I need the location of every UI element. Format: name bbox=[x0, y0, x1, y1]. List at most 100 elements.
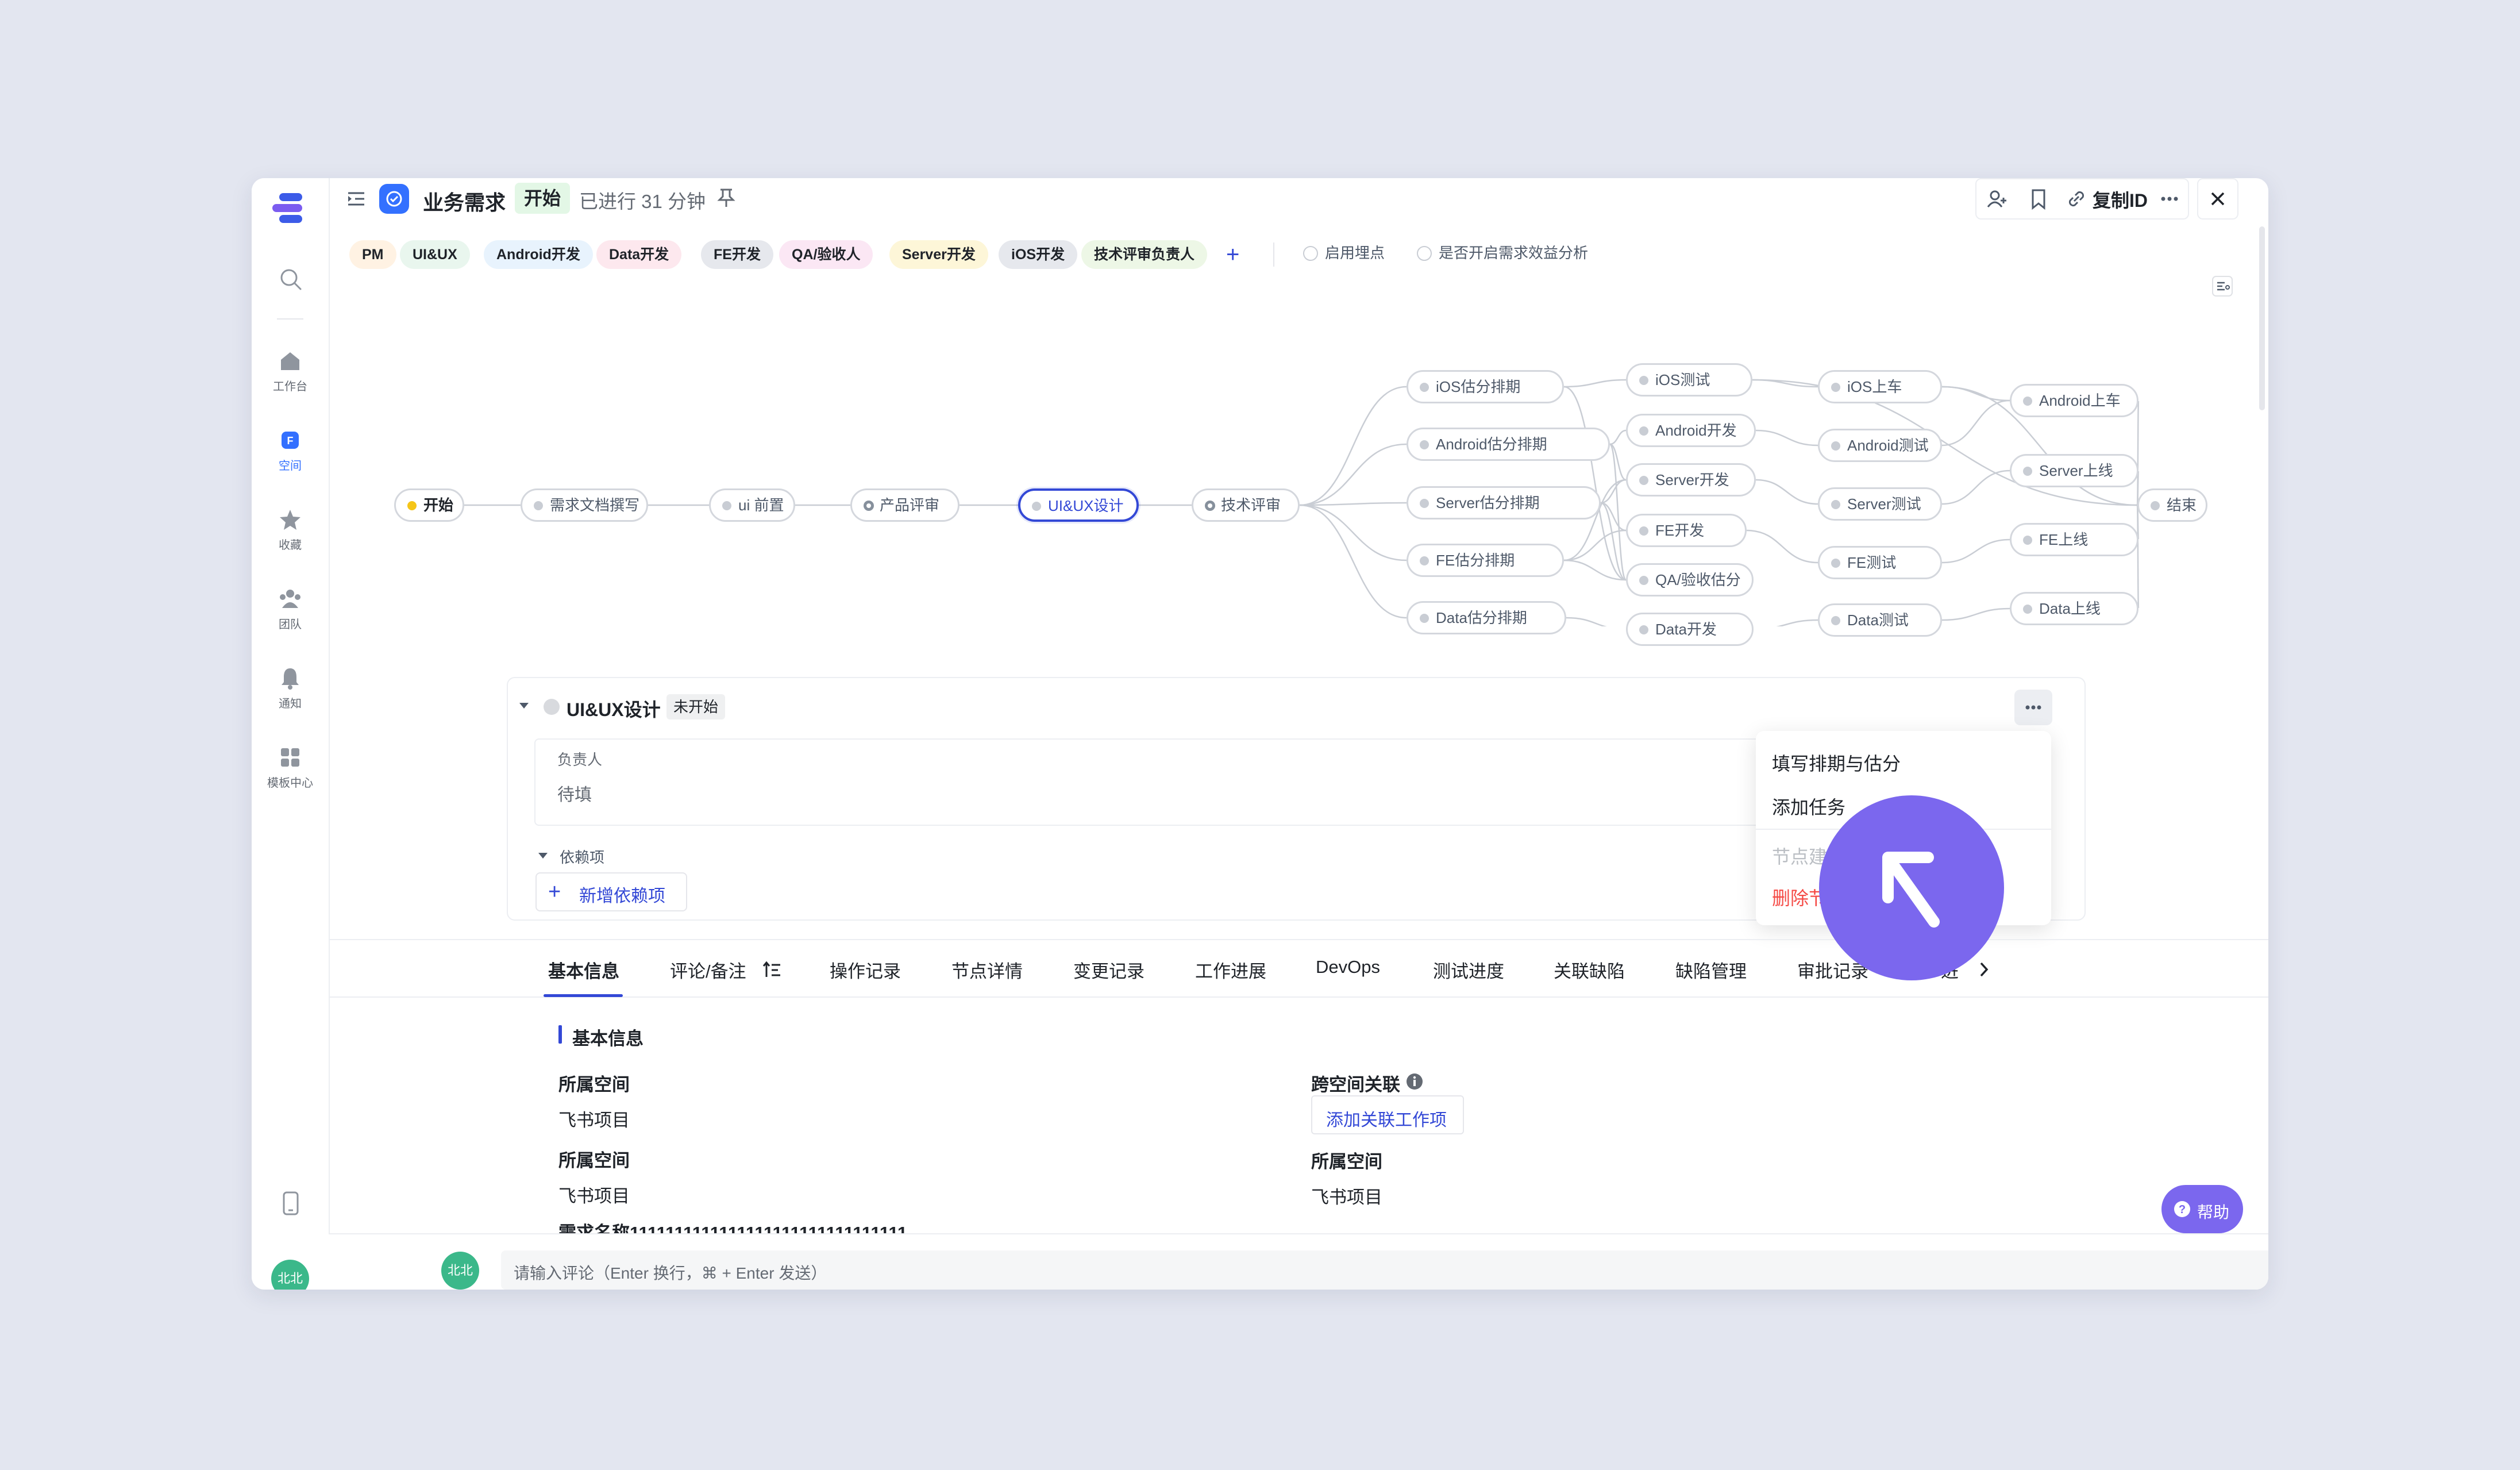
menu-item-schedule[interactable]: 填写排期与估分 bbox=[1772, 749, 1901, 776]
node-status-dot bbox=[1420, 614, 1429, 623]
field-value-space[interactable]: 飞书项目 bbox=[558, 1106, 630, 1132]
workflow-node-qa[interactable]: QA/验收估分 bbox=[1626, 563, 1754, 597]
workflow-node-review[interactable]: 产品评审 bbox=[850, 488, 960, 522]
workflow-node-and-dev[interactable]: Android开发 bbox=[1626, 414, 1756, 447]
tab-progress[interactable]: 工作进展 bbox=[1195, 957, 1266, 983]
workflow-node-and-test[interactable]: Android测试 bbox=[1818, 429, 1942, 462]
node-more-button[interactable] bbox=[2014, 690, 2052, 725]
workflow-node-label: FE上线 bbox=[2039, 531, 2089, 548]
collapse-caret-icon[interactable] bbox=[517, 699, 531, 713]
workflow-node-and-up[interactable]: Android上车 bbox=[2010, 384, 2138, 417]
workflow-node-label: QA/验收估分 bbox=[1655, 571, 1741, 588]
workflow-edge bbox=[1941, 538, 2010, 564]
node-status-badge: 未开始 bbox=[666, 694, 726, 719]
workflow-edge bbox=[1600, 502, 1627, 532]
workflow-node-doc[interactable]: 需求文档撰写 bbox=[521, 488, 648, 522]
tab-comments[interactable]: 评论/备注 bbox=[670, 957, 746, 983]
field-label-space: 所属空间 bbox=[558, 1075, 630, 1095]
tab-change-log[interactable]: 变更记录 bbox=[1073, 957, 1145, 983]
node-status-dot bbox=[1639, 576, 1648, 585]
deps-caret-icon[interactable] bbox=[537, 849, 549, 862]
workflow-node-label: FE开发 bbox=[1655, 522, 1705, 539]
workflow-edges bbox=[464, 379, 2140, 626]
workflow-node-fe-dev[interactable]: FE开发 bbox=[1626, 514, 1747, 547]
workflow-node-label: Server估分排期 bbox=[1436, 494, 1540, 511]
cursor-highlight bbox=[1819, 795, 2004, 980]
workflow-node-fe-test[interactable]: FE测试 bbox=[1818, 546, 1942, 579]
field-value-space-right[interactable]: 飞书项目 bbox=[1311, 1183, 1382, 1209]
add-related-item-button[interactable]: 添加关联工作项 bbox=[1311, 1095, 1464, 1134]
tab-node-detail[interactable]: 节点详情 bbox=[951, 957, 1023, 983]
workflow-node-ios-est[interactable]: iOS估分排期 bbox=[1407, 370, 1564, 403]
workflow-node-ios-up[interactable]: iOS上车 bbox=[1818, 370, 1942, 403]
workflow-node-fe-est[interactable]: FE估分排期 bbox=[1407, 544, 1564, 577]
node-status-dot bbox=[864, 501, 874, 511]
scrollbar-thumb[interactable] bbox=[2259, 226, 2265, 410]
tab-operation-log[interactable]: 操作记录 bbox=[830, 957, 901, 983]
node-status-dot bbox=[1420, 383, 1429, 392]
tab-bug-management[interactable]: 缺陷管理 bbox=[1675, 957, 1747, 983]
workflow-node-data-up[interactable]: Data上线 bbox=[2010, 592, 2138, 625]
node-status-dot bbox=[1831, 616, 1840, 625]
workflow-node-uiux[interactable]: UI&UX设计 bbox=[1018, 488, 1139, 522]
node-status-dot bbox=[1420, 556, 1429, 565]
workflow-node-label: Data估分排期 bbox=[1436, 609, 1527, 626]
workflow-node-label: Data测试 bbox=[1847, 611, 1909, 629]
node-status-dot bbox=[534, 501, 543, 510]
workflow-node-end[interactable]: 结束 bbox=[2137, 488, 2207, 522]
node-status-dot bbox=[2151, 501, 2160, 510]
workflow-node-ui-pre[interactable]: ui 前置 bbox=[709, 488, 795, 522]
tab-basic-info[interactable]: 基本信息 bbox=[548, 957, 619, 983]
workflow-node-label: 结束 bbox=[2167, 497, 2197, 514]
bell-icon bbox=[282, 668, 299, 690]
workflow-node-ios-test[interactable]: iOS测试 bbox=[1626, 363, 1752, 397]
workflow-node-label: Android测试 bbox=[1847, 437, 1929, 454]
workflow-node-data-test[interactable]: Data测试 bbox=[1818, 603, 1942, 637]
workflow-node-data-est[interactable]: Data估分排期 bbox=[1407, 601, 1566, 634]
add-dependency-button[interactable]: + 新增依赖项 bbox=[535, 872, 687, 911]
workflow-node-data-dev[interactable]: Data开发 bbox=[1626, 613, 1754, 646]
sidebar-item-label: 模板中心 bbox=[267, 777, 313, 790]
workflow-edge bbox=[1563, 379, 1627, 388]
svg-text:?: ? bbox=[2179, 1203, 2186, 1216]
tab-devops[interactable]: DevOps bbox=[1316, 957, 1380, 978]
node-status-dot bbox=[2023, 397, 2032, 406]
tab-related-bugs[interactable]: 关联缺陷 bbox=[1554, 957, 1625, 983]
sidebar-item-label: 通知 bbox=[279, 698, 302, 710]
mobile-icon[interactable] bbox=[280, 1191, 301, 1216]
workflow-node-srv-dev[interactable]: Server开发 bbox=[1626, 463, 1756, 497]
workflow-node-start[interactable]: 开始 bbox=[394, 488, 464, 522]
workflow-node-label: FE测试 bbox=[1847, 554, 1897, 571]
info-icon[interactable] bbox=[1405, 1072, 1424, 1091]
workflow-node-srv-up[interactable]: Server上线 bbox=[2010, 454, 2138, 487]
sidebar-item-notifications[interactable]: 通知 bbox=[252, 665, 329, 711]
node-status-dot bbox=[1639, 476, 1648, 485]
node-status-dot bbox=[722, 501, 731, 510]
help-icon: ? bbox=[2174, 1201, 2190, 1217]
field-value-space-2[interactable]: 飞书项目 bbox=[558, 1182, 630, 1207]
section-title: 基本信息 bbox=[572, 1029, 644, 1049]
more-icon bbox=[2025, 705, 2041, 710]
comment-input[interactable]: 请输入评论（Enter 换行，⌘ + Enter 发送） bbox=[501, 1250, 2268, 1290]
section-accent-bar bbox=[558, 1025, 562, 1044]
workflow-node-label: iOS上车 bbox=[1847, 378, 1902, 395]
sort-icon[interactable] bbox=[762, 960, 783, 980]
tab-test-progress[interactable]: 测试进度 bbox=[1433, 957, 1504, 983]
workflow-edge bbox=[1566, 617, 1607, 626]
workflow-node-fe-up[interactable]: FE上线 bbox=[2010, 523, 2138, 556]
owner-field[interactable] bbox=[534, 738, 1778, 826]
node-status-dot bbox=[1831, 441, 1840, 451]
workflow-node-srv-est[interactable]: Server估分排期 bbox=[1407, 486, 1601, 519]
workflow-node-label: iOS测试 bbox=[1655, 371, 1710, 388]
sidebar-item-templates[interactable]: 模板中心 bbox=[252, 745, 329, 790]
avatar[interactable]: 北北 bbox=[271, 1260, 309, 1290]
field-label-cross-space: 跨空间关联 bbox=[1311, 1075, 1400, 1095]
workflow-node-and-est[interactable]: Android估分排期 bbox=[1407, 428, 1610, 461]
workflow-edge bbox=[2136, 504, 2140, 610]
workflow-node-tech[interactable]: 技术评审 bbox=[1192, 488, 1300, 522]
workflow-node-srv-test[interactable]: Server测试 bbox=[1818, 487, 1942, 521]
plus-icon: + bbox=[548, 880, 561, 904]
help-button[interactable]: ? 帮助 bbox=[2161, 1185, 2243, 1233]
workflow-node-label: Android上车 bbox=[2039, 392, 2121, 409]
node-status-dot bbox=[1639, 376, 1648, 385]
